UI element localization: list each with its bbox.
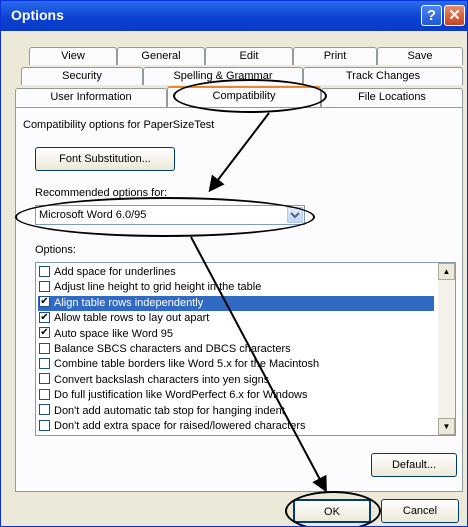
options-dialog: Options ? ✕ View General Edit Print Save…	[0, 0, 468, 527]
annotation-arrows	[190, 112, 327, 493]
